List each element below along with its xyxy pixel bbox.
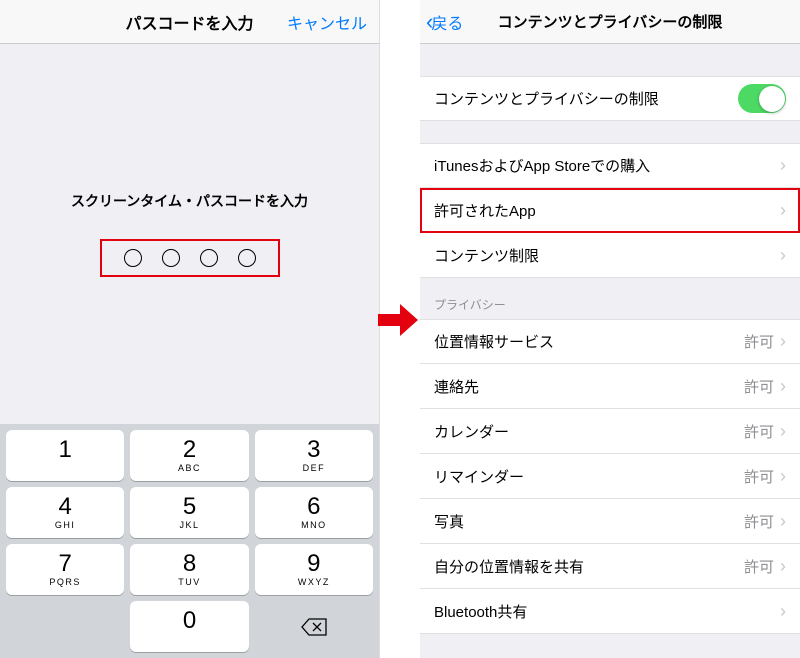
- key-0[interactable]: 0: [130, 601, 248, 652]
- chevron-right-icon: ›: [780, 155, 786, 176]
- key-2[interactable]: 2ABC: [130, 430, 248, 481]
- cell-label: 位置情報サービス: [434, 331, 554, 352]
- row-itunes-purchases[interactable]: iTunesおよびApp Storeでの購入 ›: [420, 143, 800, 188]
- navbar-title: パスコードを入力: [125, 10, 253, 34]
- arrow-right-icon: [376, 300, 420, 340]
- cell-value: 許可: [744, 376, 774, 397]
- cell-value: 許可: [744, 331, 774, 352]
- cancel-button[interactable]: キャンセル: [287, 10, 367, 34]
- cell-label: コンテンツとプライバシーの制限: [434, 88, 659, 109]
- passcode-prompt: スクリーンタイム・パスコードを入力: [71, 191, 308, 211]
- key-6[interactable]: 6MNO: [255, 487, 373, 538]
- passcode-dot: [200, 249, 218, 267]
- chevron-right-icon: ›: [780, 466, 786, 487]
- navbar-title: コンテンツとプライバシーの制限: [498, 11, 723, 32]
- passcode-dot: [162, 249, 180, 267]
- cell-label: 写真: [434, 511, 464, 532]
- navbar: ‹ 戻る コンテンツとプライバシーの制限: [420, 0, 800, 44]
- chevron-right-icon: ›: [780, 556, 786, 577]
- restrictions-screen: ‹ 戻る コンテンツとプライバシーの制限 コンテンツとプライバシーの制限 iTu…: [420, 0, 800, 658]
- row-location-services[interactable]: 位置情報サービス 許可 ›: [420, 319, 800, 364]
- cell-label: コンテンツ制限: [434, 245, 539, 266]
- cell-value: 許可: [744, 421, 774, 442]
- chevron-right-icon: ›: [780, 421, 786, 442]
- row-photos[interactable]: 写真 許可 ›: [420, 499, 800, 544]
- cell-label: 連絡先: [434, 376, 479, 397]
- row-allowed-apps[interactable]: 許可されたApp ›: [420, 188, 800, 233]
- passcode-dot: [238, 249, 256, 267]
- toggle-knob: [759, 86, 785, 112]
- key-8[interactable]: 8TUV: [130, 544, 248, 595]
- cell-label: Bluetooth共有: [434, 601, 527, 622]
- cell-label: 許可されたApp: [434, 200, 536, 221]
- passcode-dots: [124, 249, 256, 267]
- key-blank: [6, 601, 124, 652]
- chevron-right-icon: ›: [780, 331, 786, 352]
- key-4[interactable]: 4GHI: [6, 487, 124, 538]
- cell-value: 許可: [744, 466, 774, 487]
- key-7[interactable]: 7PQRS: [6, 544, 124, 595]
- passcode-screen: パスコードを入力 キャンセル スクリーンタイム・パスコードを入力 1 2ABC …: [0, 0, 380, 658]
- chevron-right-icon: ›: [780, 245, 786, 266]
- row-share-my-location[interactable]: 自分の位置情報を共有 許可 ›: [420, 544, 800, 589]
- chevron-right-icon: ›: [780, 601, 786, 622]
- key-3[interactable]: 3DEF: [255, 430, 373, 481]
- chevron-right-icon: ›: [780, 511, 786, 532]
- cell-value: 許可: [744, 556, 774, 577]
- toggle-switch[interactable]: [738, 84, 786, 113]
- navbar: パスコードを入力 キャンセル: [0, 0, 379, 44]
- cell-label: 自分の位置情報を共有: [434, 556, 584, 577]
- row-reminders[interactable]: リマインダー 許可 ›: [420, 454, 800, 499]
- section-header-privacy: プライバシー: [420, 278, 800, 319]
- chevron-right-icon: ›: [780, 376, 786, 397]
- toggle-row-restrictions: コンテンツとプライバシーの制限: [420, 76, 800, 121]
- numeric-keypad: 1 2ABC 3DEF 4GHI 5JKL 6MNO 7PQRS 8TUV 9W…: [0, 424, 379, 658]
- passcode-area: スクリーンタイム・パスコードを入力: [0, 44, 379, 424]
- cell-label: カレンダー: [434, 421, 509, 442]
- back-label: 戻る: [431, 10, 463, 34]
- cell-label: iTunesおよびApp Storeでの購入: [434, 155, 650, 176]
- row-calendar[interactable]: カレンダー 許可 ›: [420, 409, 800, 454]
- chevron-right-icon: ›: [780, 200, 786, 221]
- row-contacts[interactable]: 連絡先 許可 ›: [420, 364, 800, 409]
- key-5[interactable]: 5JKL: [130, 487, 248, 538]
- row-bluetooth-sharing[interactable]: Bluetooth共有 ›: [420, 589, 800, 634]
- key-9[interactable]: 9WXYZ: [255, 544, 373, 595]
- back-button[interactable]: ‹ 戻る: [426, 10, 463, 34]
- key-delete[interactable]: [255, 601, 373, 652]
- passcode-dots-highlight: [100, 239, 280, 277]
- passcode-dot: [124, 249, 142, 267]
- backspace-icon: [301, 618, 327, 636]
- key-1[interactable]: 1: [6, 430, 124, 481]
- cell-value: 許可: [744, 511, 774, 532]
- cell-label: リマインダー: [434, 466, 524, 487]
- row-content-restrictions[interactable]: コンテンツ制限 ›: [420, 233, 800, 278]
